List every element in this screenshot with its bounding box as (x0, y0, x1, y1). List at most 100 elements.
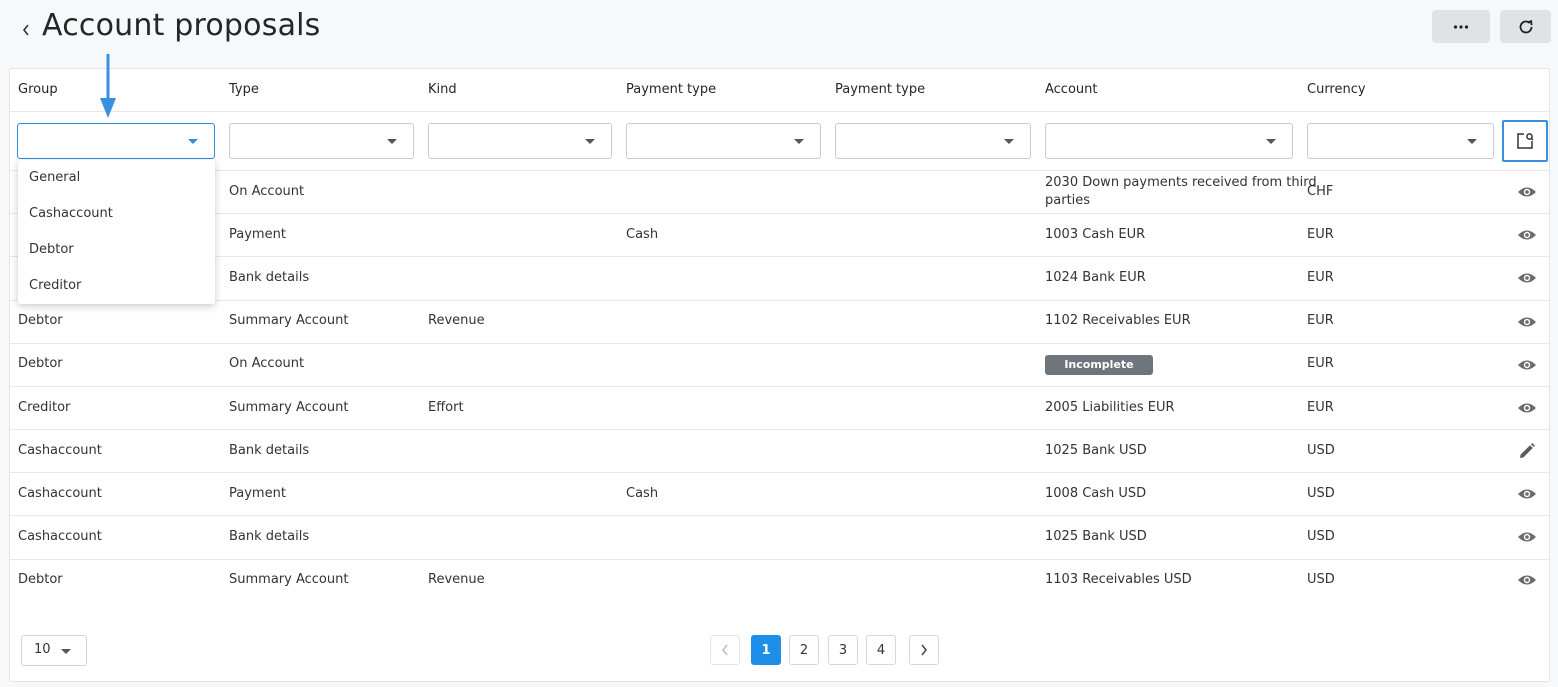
chevron-down-icon (585, 139, 595, 144)
cell-account: 2030 Down payments received from third (1045, 175, 1317, 190)
dropdown-option-general[interactable]: General (18, 160, 215, 196)
eye-icon[interactable] (1515, 310, 1539, 334)
cell-currency: USD (1307, 529, 1335, 544)
cell-currency: USD (1307, 443, 1335, 458)
column-header-payment-type-2[interactable]: Payment type (835, 82, 925, 97)
cell-group: Creditor (18, 400, 71, 415)
eye-icon[interactable] (1515, 482, 1539, 506)
eye-icon[interactable] (1515, 180, 1539, 204)
filter-payment-type-select[interactable] (626, 123, 821, 159)
cell-payment-type: Cash (626, 486, 659, 501)
next-page-button[interactable] (909, 635, 939, 665)
cell-type: Bank details (229, 529, 310, 544)
page-size-select[interactable]: 10 (21, 635, 87, 666)
cell-account: 1025 Bank USD (1045, 529, 1147, 544)
filter-payment-type-2-select[interactable] (835, 123, 1031, 159)
chevron-down-icon (1004, 139, 1014, 144)
chevron-down-icon (188, 139, 198, 144)
more-options-button[interactable] (1432, 10, 1490, 43)
cell-account-line2: parties (1045, 193, 1091, 208)
search-filter-button[interactable] (1502, 120, 1548, 162)
eye-icon[interactable] (1515, 223, 1539, 247)
back-chevron-icon[interactable] (18, 18, 34, 42)
table-row[interactable]: On Account 2030 Down payments received f… (10, 171, 1549, 214)
table-row[interactable]: Bank details 1024 Bank EUR EUR (10, 257, 1549, 301)
cell-currency: USD (1307, 572, 1335, 587)
pencil-icon[interactable] (1515, 439, 1539, 463)
filter-kind-select[interactable] (428, 123, 612, 159)
eye-icon[interactable] (1515, 266, 1539, 290)
cell-currency: EUR (1307, 270, 1334, 285)
cell-account: 1102 Receivables EUR (1045, 313, 1191, 328)
table-row[interactable]: Debtor On Account Incomplete EUR (10, 344, 1549, 387)
chevron-down-icon (794, 139, 804, 144)
cell-type: Summary Account (229, 313, 349, 328)
status-badge-incomplete: Incomplete (1045, 355, 1153, 375)
cell-type: On Account (229, 356, 305, 371)
table-row[interactable]: Creditor Summary Account Effort 2005 Lia… (10, 387, 1549, 430)
chevron-right-icon (921, 644, 927, 656)
cell-currency: USD (1307, 486, 1335, 501)
page-button-2[interactable]: 2 (789, 635, 819, 665)
chevron-down-icon (1266, 139, 1276, 144)
cell-currency: EUR (1307, 227, 1334, 242)
table-row[interactable]: Payment Cash 1003 Cash EUR EUR (10, 214, 1549, 257)
cell-type: Bank details (229, 443, 310, 458)
prev-page-button[interactable] (710, 635, 740, 665)
cell-group: Cashaccount (18, 443, 102, 458)
table-row[interactable]: Debtor Summary Account Revenue 1103 Rece… (10, 560, 1549, 603)
cell-group: Cashaccount (18, 486, 102, 501)
cell-account: 1024 Bank EUR (1045, 270, 1146, 285)
eye-icon[interactable] (1515, 568, 1539, 592)
filter-account-select[interactable] (1045, 123, 1293, 159)
group-dropdown-menu: General Cashaccount Debtor Creditor (18, 160, 215, 304)
filter-currency-select[interactable] (1307, 123, 1494, 159)
column-header-type[interactable]: Type (229, 82, 259, 97)
proposals-table-card: Group Type Kind Payment type Payment typ… (9, 68, 1550, 682)
dropdown-option-cashaccount[interactable]: Cashaccount (18, 196, 215, 232)
cell-account: 2005 Liabilities EUR (1045, 400, 1175, 415)
table-row[interactable]: Debtor Summary Account Revenue 1102 Rece… (10, 301, 1549, 344)
page-button-3[interactable]: 3 (828, 635, 858, 665)
refresh-icon (1519, 19, 1532, 33)
cell-account: 1025 Bank USD (1045, 443, 1147, 458)
table-row[interactable]: Cashaccount Payment Cash 1008 Cash USD U… (10, 473, 1549, 516)
header-divider (10, 111, 1549, 112)
column-header-currency[interactable]: Currency (1307, 82, 1366, 97)
cell-kind: Revenue (428, 313, 485, 328)
cell-type: Payment (229, 486, 286, 501)
cell-group: Debtor (18, 356, 63, 371)
cell-currency: CHF (1307, 184, 1334, 199)
table-row[interactable]: Cashaccount Bank details 1025 Bank USD U… (10, 516, 1549, 560)
filter-group-select[interactable] (17, 123, 215, 159)
cell-kind: Revenue (428, 572, 485, 587)
cell-type: Bank details (229, 270, 310, 285)
cell-group: Cashaccount (18, 529, 102, 544)
cell-type: Summary Account (229, 572, 349, 587)
eye-icon[interactable] (1515, 396, 1539, 420)
page-button-4[interactable]: 4 (866, 635, 896, 665)
ellipsis-icon (1453, 24, 1469, 29)
cell-currency: EUR (1307, 356, 1334, 371)
document-search-icon (1517, 133, 1534, 149)
column-header-group[interactable]: Group (18, 82, 58, 97)
filter-type-select[interactable] (229, 123, 414, 159)
cell-account: 1003 Cash EUR (1045, 227, 1146, 242)
eye-icon[interactable] (1515, 525, 1539, 549)
table-row[interactable]: Cashaccount Bank details 1025 Bank USD U… (10, 430, 1549, 473)
cell-type: Payment (229, 227, 286, 242)
eye-icon[interactable] (1515, 353, 1539, 377)
cell-group: Debtor (18, 572, 63, 587)
page-button-1[interactable]: 1 (751, 635, 781, 665)
refresh-button[interactable] (1500, 10, 1551, 43)
column-header-kind[interactable]: Kind (428, 82, 457, 97)
chevron-left-icon (722, 644, 728, 656)
cell-group: Debtor (18, 313, 63, 328)
dropdown-option-debtor[interactable]: Debtor (18, 232, 215, 268)
column-header-account[interactable]: Account (1045, 82, 1098, 97)
column-header-payment-type[interactable]: Payment type (626, 82, 716, 97)
cell-account: 1008 Cash USD (1045, 486, 1147, 501)
page-size-value: 10 (34, 642, 51, 657)
cell-currency: EUR (1307, 313, 1334, 328)
dropdown-option-creditor[interactable]: Creditor (18, 268, 215, 304)
